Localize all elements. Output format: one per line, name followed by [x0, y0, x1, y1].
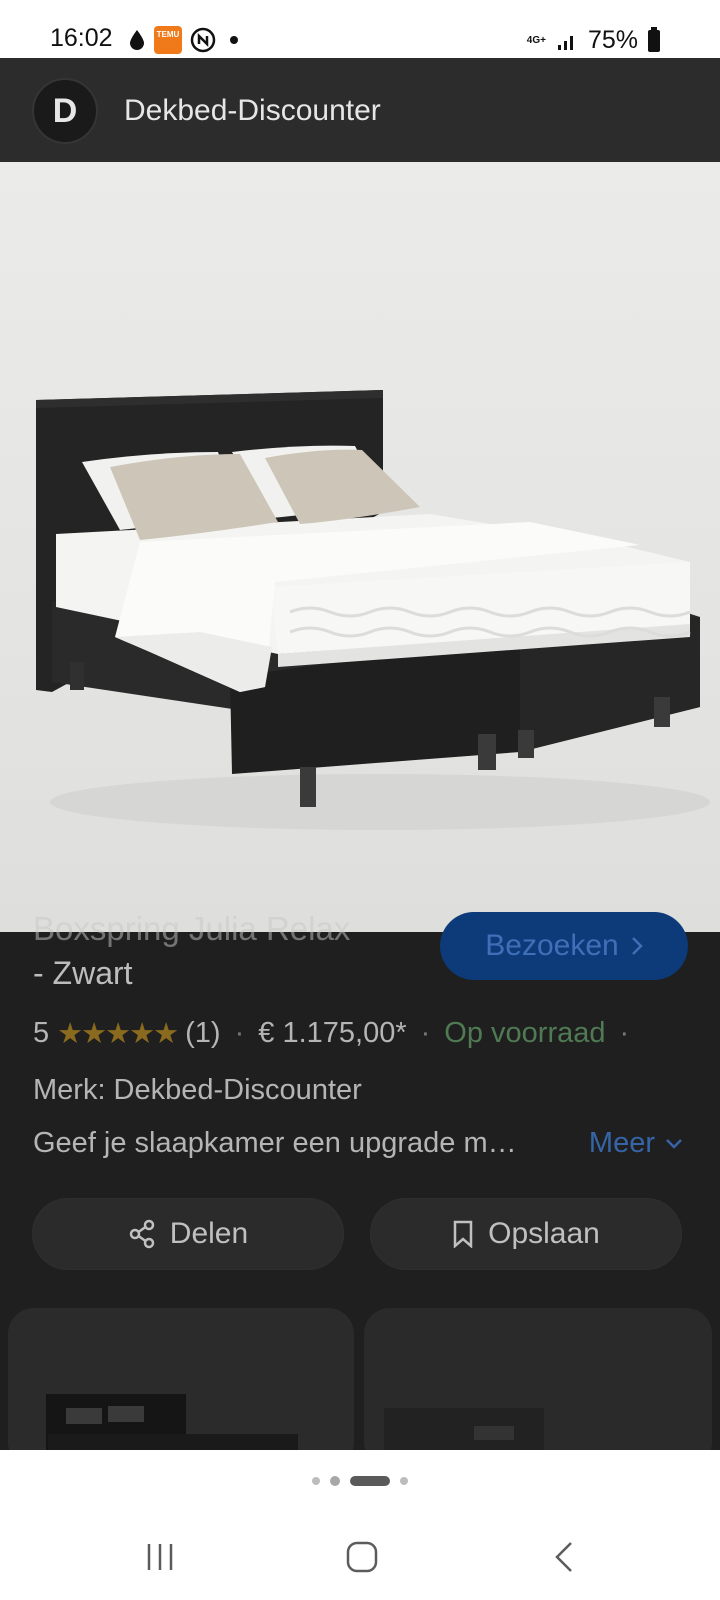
- share-button[interactable]: Delen: [32, 1198, 344, 1270]
- site-title[interactable]: Dekbed-Discounter: [124, 94, 381, 128]
- stock-status: Op voorraad: [444, 1017, 606, 1049]
- carousel-dot[interactable]: [400, 1477, 408, 1485]
- separator-dot: ·: [420, 1017, 431, 1049]
- save-button[interactable]: Opslaan: [370, 1198, 682, 1270]
- home-icon: [346, 1541, 378, 1573]
- carousel-dots: [312, 1476, 408, 1486]
- product-title-line1: Boxspring Julia Relax: [33, 910, 351, 947]
- rating-value: 5: [33, 1017, 50, 1049]
- status-time: 16:02: [50, 24, 113, 52]
- rating-stars-icon: ★★★★★: [57, 1018, 179, 1050]
- more-label: Meer: [588, 1127, 655, 1159]
- share-icon: [129, 1219, 155, 1249]
- bookmark-icon: [453, 1220, 473, 1248]
- share-label: Delen: [169, 1217, 249, 1250]
- battery-percent: 75%: [587, 26, 638, 54]
- carousel-indicator: [0, 1450, 720, 1510]
- back-icon: [555, 1542, 572, 1572]
- status-left-icons: TEMU: [128, 26, 238, 54]
- back-button[interactable]: [534, 1532, 594, 1582]
- status-right-icons: 4G+ 75%: [527, 26, 660, 55]
- separator-dot: ·: [234, 1017, 245, 1049]
- status-bar: 16:02 TEMU 4G+ 75%: [0, 0, 720, 58]
- product-price: € 1.175,00*: [258, 1017, 407, 1049]
- nfc-icon: [190, 27, 216, 53]
- product-image[interactable]: [0, 162, 720, 932]
- product-thumbnail[interactable]: [364, 1308, 712, 1468]
- chevron-right-icon: [631, 937, 643, 955]
- thumbnail-image: [8, 1308, 354, 1468]
- site-logo-letter: D: [52, 91, 78, 130]
- dot-icon: [230, 36, 238, 44]
- thumbnail-image: [364, 1308, 712, 1468]
- visit-button[interactable]: Bezoeken: [440, 912, 688, 980]
- carousel-dot-active[interactable]: [350, 1476, 390, 1486]
- home-button[interactable]: [332, 1532, 392, 1582]
- description-text: Geef je slaapkamer een upgrade m…: [33, 1127, 517, 1159]
- temu-app-icon: TEMU: [154, 26, 182, 54]
- save-label: Opslaan: [488, 1217, 600, 1250]
- separator-dot: ·: [619, 1017, 630, 1049]
- drop-icon: [130, 30, 144, 50]
- recents-icon: [147, 1544, 173, 1570]
- product-title-line2: - Zwart: [33, 955, 133, 991]
- review-count[interactable]: (1): [185, 1017, 220, 1050]
- battery-icon: [648, 26, 660, 52]
- recents-button[interactable]: [130, 1532, 190, 1582]
- bed-illustration: [36, 390, 710, 830]
- brand-text: Merk: Dekbed-Discounter: [33, 1074, 362, 1106]
- description-row: Geef je slaapkamer een upgrade m… Meer: [33, 1127, 683, 1160]
- network-icon: 4G+: [526, 35, 546, 46]
- system-nav-bar: [0, 1510, 720, 1600]
- chevron-down-icon: [666, 1138, 682, 1149]
- more-link[interactable]: Meer: [589, 1127, 683, 1160]
- site-logo[interactable]: D: [32, 78, 98, 144]
- signal-icon: [557, 35, 573, 50]
- app-bar: D Dekbed-Discounter: [0, 58, 720, 162]
- rating-price-row: 5 ★★★★★ (1) · € 1.175,00* · Op voorraad …: [33, 1016, 635, 1051]
- carousel-dot[interactable]: [312, 1477, 320, 1485]
- visit-label: Bezoeken: [485, 929, 619, 962]
- carousel-dot[interactable]: [330, 1476, 340, 1486]
- product-details: Boxspring Julia Relax - Zwart Bezoeken 5…: [0, 910, 720, 1468]
- product-thumbnail[interactable]: [8, 1308, 354, 1468]
